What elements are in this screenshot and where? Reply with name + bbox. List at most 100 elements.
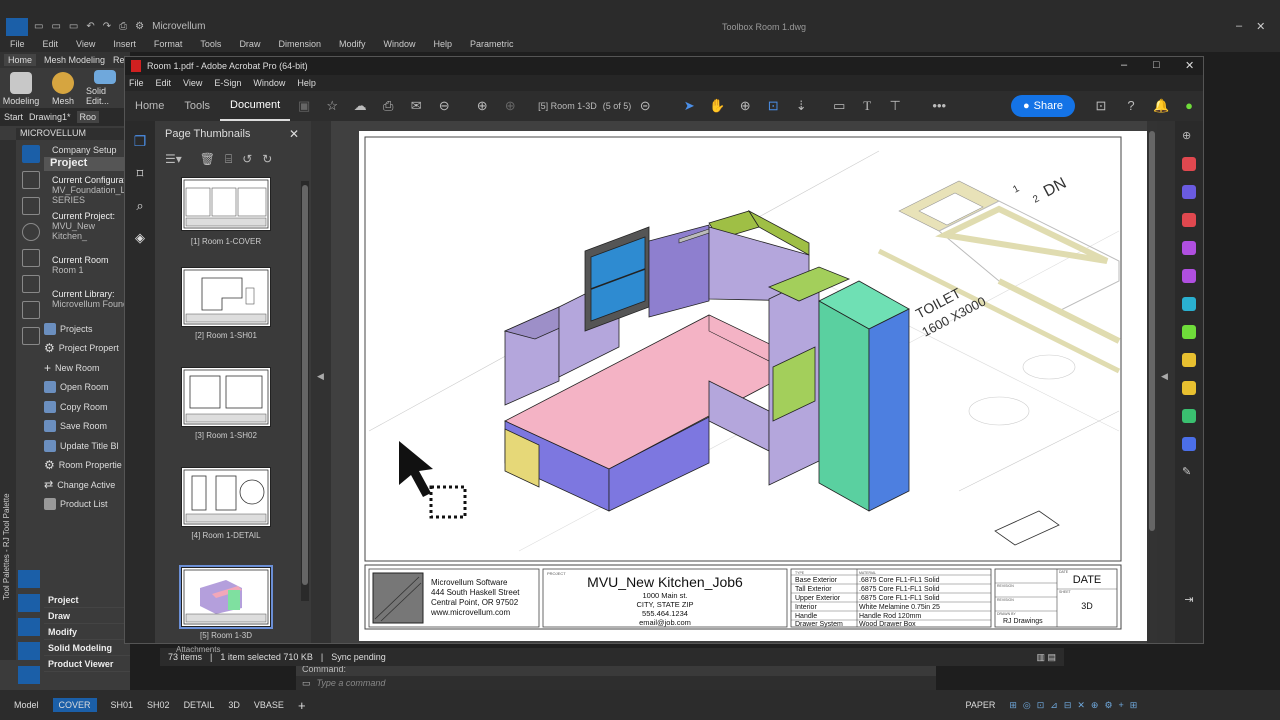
options-menu-icon[interactable]: ☰▾ (165, 152, 182, 166)
next-page-icon[interactable]: ⊕ (502, 98, 518, 114)
export-pdf-icon[interactable] (1182, 297, 1196, 311)
page-thumbnail[interactable] (181, 177, 271, 231)
cursor-icon[interactable]: ➤ (681, 98, 697, 114)
email-icon[interactable]: ✉ (408, 98, 424, 114)
menu-format[interactable]: Format (154, 39, 183, 49)
tab-document[interactable]: Document (220, 91, 291, 121)
update-title-block-item[interactable]: Update Title Bl (44, 436, 130, 456)
edit-pdf-icon[interactable] (1182, 241, 1196, 255)
ribbon-tab-mesh[interactable]: Mesh Modeling (44, 55, 105, 65)
camera-icon[interactable] (18, 618, 40, 636)
menu-modify[interactable]: Modify (339, 39, 366, 49)
compare-icon[interactable] (1182, 325, 1196, 339)
print-icon[interactable]: ⎙ (119, 21, 127, 32)
menu-draw[interactable]: Draw (239, 39, 260, 49)
scan-icon[interactable] (1182, 409, 1196, 423)
redo-icon[interactable]: ↷ (103, 21, 111, 32)
page-thumbnail-selected[interactable] (179, 565, 273, 629)
zoom-search-icon[interactable]: ⊝ (637, 98, 653, 114)
attachment-icon[interactable]: ⌕ (136, 198, 143, 214)
save-room-item[interactable]: Save Room (44, 417, 130, 437)
rotate-ccw-icon[interactable]: ↺ (242, 152, 252, 166)
sign-icon[interactable] (1182, 269, 1196, 283)
panel-collapse-toggle[interactable]: ◀ (311, 121, 331, 643)
more-icon[interactable]: ••• (931, 98, 947, 114)
shield-icon[interactable] (1182, 437, 1196, 451)
acro-menu-esign[interactable]: E-Sign (214, 78, 241, 88)
doc-tab-drawing1[interactable]: Drawing1* (29, 112, 71, 122)
layout-tab-model[interactable]: Model (14, 700, 39, 710)
acro-menu-edit[interactable]: Edit (156, 78, 172, 88)
bell-icon[interactable]: 🔔 (1153, 98, 1169, 114)
bookmark-icon[interactable]: ⌑ (137, 166, 144, 182)
text-icon[interactable]: T (859, 98, 875, 114)
document-scrollbar[interactable] (1147, 121, 1157, 643)
doc-tab-room[interactable]: Roo (76, 111, 100, 123)
share-link-icon[interactable]: ⊡ (1093, 98, 1109, 114)
maximize-icon[interactable]: □ (1153, 59, 1160, 71)
extract-icon[interactable]: ⌸ (225, 152, 232, 167)
room-properties-item[interactable]: ⚙ Room Propertie (44, 456, 130, 476)
menu-help[interactable]: Help (434, 39, 453, 49)
category-product-viewer[interactable]: Product Viewer (44, 656, 130, 672)
layout-tab-sh01[interactable]: SH01 (111, 700, 134, 710)
rectangle-icon[interactable] (22, 275, 40, 293)
upload-icon[interactable]: ☁ (352, 98, 368, 114)
chevron-left-icon[interactable]: ◀ (1161, 371, 1168, 382)
expand-rail-icon[interactable]: ⇥ (1184, 593, 1193, 606)
rotate-cw-icon[interactable]: ↻ (262, 152, 272, 166)
zoom-in-icon[interactable]: ⊕ (737, 98, 753, 114)
star-icon[interactable]: ☆ (324, 98, 340, 114)
zoom-out-search-icon[interactable]: ⊖ (436, 98, 452, 114)
fingerprint-icon[interactable] (18, 570, 40, 588)
acro-menu-help[interactable]: Help (297, 78, 316, 88)
print-icon[interactable]: ⎙ (380, 98, 396, 114)
minimize-icon[interactable]: – (1236, 20, 1242, 33)
dimension-icon[interactable] (22, 327, 40, 345)
project-properties-item[interactable]: ⚙ Project Propert (44, 339, 130, 359)
close-icon[interactable]: ✕ (1256, 20, 1265, 33)
layout-tab-sh02[interactable]: SH02 (147, 700, 170, 710)
menu-parametric[interactable]: Parametric (470, 39, 514, 49)
open-icon[interactable]: ▭ (51, 21, 60, 32)
category-draw[interactable]: Draw (44, 608, 130, 624)
combine-icon[interactable] (1182, 185, 1196, 199)
right-panel-toggle[interactable]: ◀ (1157, 121, 1175, 643)
page-thumbnail[interactable] (181, 267, 271, 327)
new-icon[interactable]: ▭ (34, 21, 43, 32)
menu-view[interactable]: View (76, 39, 95, 49)
polyline-icon[interactable] (22, 197, 40, 215)
acro-menu-file[interactable]: File (129, 78, 144, 88)
category-solid-modeling[interactable]: Solid Modeling (44, 640, 130, 656)
ribbon-tab-home[interactable]: Home (4, 54, 37, 66)
new-room-item[interactable]: + New Room (44, 358, 130, 378)
export-icon[interactable] (18, 642, 40, 660)
menu-tools[interactable]: Tools (200, 39, 221, 49)
layout-tab-vbase[interactable]: VBASE (254, 700, 284, 710)
help-icon[interactable]: ? (1123, 98, 1139, 114)
category-project[interactable]: Project (44, 592, 130, 608)
prev-page-icon[interactable]: ⊕ (474, 98, 490, 114)
line-icon[interactable] (22, 171, 40, 189)
save-icon[interactable]: ▭ (69, 21, 78, 32)
menu-file[interactable]: File (10, 39, 25, 49)
doc-tab-start[interactable]: Start (4, 112, 23, 122)
create-pdf-icon[interactable] (1182, 157, 1196, 171)
copy-room-item[interactable]: Copy Room (44, 397, 130, 417)
close-panel-icon[interactable]: ✕ (289, 127, 299, 141)
circle-icon[interactable] (22, 223, 40, 241)
scroll-thumb[interactable] (302, 185, 308, 585)
acro-menu-window[interactable]: Window (253, 78, 285, 88)
change-active-item[interactable]: ⇄ Change Active (44, 475, 130, 495)
acad-app-icon[interactable] (6, 18, 28, 36)
category-modify[interactable]: Modify (44, 624, 130, 640)
modeling-button[interactable]: Modeling (2, 70, 40, 106)
menu-insert[interactable]: Insert (113, 39, 136, 49)
tab-home[interactable]: Home (125, 91, 174, 121)
comment-tool-icon[interactable] (1182, 381, 1196, 395)
tab-tools[interactable]: Tools (174, 91, 220, 121)
command-input[interactable]: Type a command (317, 678, 386, 688)
page-thumbnail[interactable] (181, 367, 271, 427)
chevron-left-icon[interactable]: ◀ (317, 371, 324, 382)
solid-edit-button[interactable]: Solid Edit... (86, 70, 124, 106)
